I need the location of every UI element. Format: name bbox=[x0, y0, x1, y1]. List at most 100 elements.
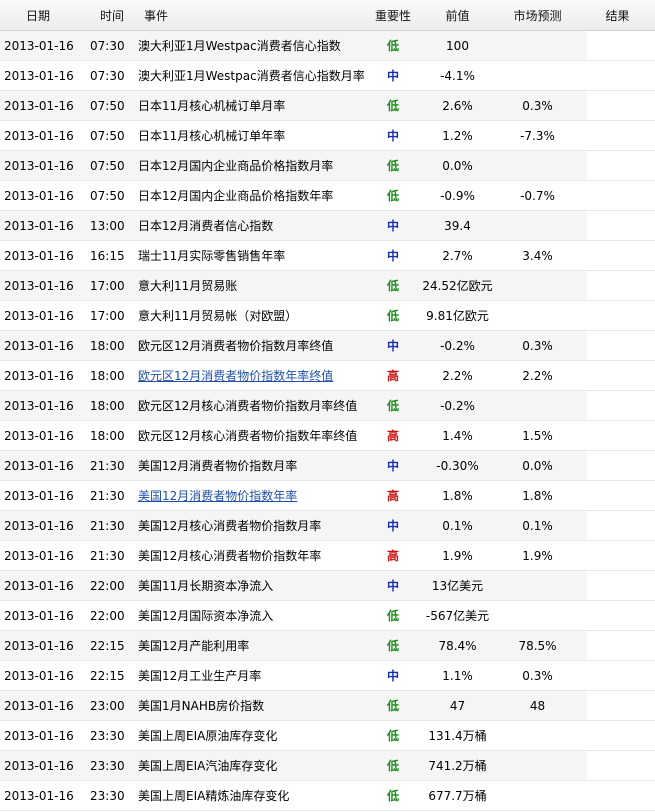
importance-badge: 低 bbox=[386, 699, 399, 713]
row-forecast: 1.9% bbox=[522, 548, 553, 563]
row-time: 21:30 bbox=[90, 518, 125, 533]
header-forecast: 市场预测 bbox=[513, 8, 562, 23]
row-forecast: 2.2% bbox=[522, 368, 553, 383]
row-previous: 1.8% bbox=[442, 488, 473, 503]
row-time: 07:50 bbox=[90, 98, 125, 113]
row-result bbox=[580, 241, 655, 270]
row-result bbox=[580, 631, 655, 660]
row-previous: -0.2% bbox=[440, 338, 475, 353]
row-result bbox=[580, 511, 655, 540]
table-row: 2013-01-16 07:50 日本11月核心机械订单月率 低 2.6% 0.3% bbox=[0, 91, 655, 121]
importance-badge: 低 bbox=[386, 159, 399, 173]
row-forecast: 0.3% bbox=[522, 98, 553, 113]
row-event: 美国上周EIA汽油库存变化 bbox=[138, 759, 278, 773]
row-date: 2013-01-16 bbox=[4, 158, 74, 173]
row-forecast: 3.4% bbox=[522, 248, 553, 263]
row-previous: 13亿美元 bbox=[431, 579, 484, 593]
table-row: 2013-01-16 13:00 日本12月消费者信心指数 中 39.4 bbox=[0, 211, 655, 241]
row-time: 17:00 bbox=[90, 308, 125, 323]
row-time: 21:30 bbox=[90, 548, 125, 563]
row-event-link[interactable]: 欧元区12月消费者物价指数年率终值 bbox=[136, 361, 366, 390]
table-row: 2013-01-16 21:30 美国12月核心消费者物价指数年率 高 1.9% 1.9% bbox=[0, 541, 655, 571]
row-previous: -4.1% bbox=[440, 68, 475, 83]
importance-badge: 中 bbox=[386, 519, 399, 533]
row-previous: 78.4% bbox=[438, 638, 477, 653]
row-date: 2013-01-16 bbox=[4, 428, 74, 443]
row-time: 21:30 bbox=[90, 458, 125, 473]
row-previous: 39.4 bbox=[444, 218, 471, 233]
row-date: 2013-01-16 bbox=[4, 218, 74, 233]
table-row: 2013-01-16 18:00 欧元区12月核心消费者物价指数月率终值 低 -0.2% bbox=[0, 391, 655, 421]
row-time: 18:00 bbox=[90, 368, 125, 383]
row-event: 欧元区12月核心消费者物价指数年率终值 bbox=[138, 429, 358, 443]
row-previous: -0.9% bbox=[440, 188, 475, 203]
row-time: 22:15 bbox=[90, 638, 125, 653]
row-previous: 0.0% bbox=[442, 158, 473, 173]
row-previous: 2.2% bbox=[442, 368, 473, 383]
row-event: 日本12月国内企业商品价格指数月率 bbox=[138, 159, 334, 173]
row-result bbox=[580, 751, 655, 780]
row-time: 16:15 bbox=[90, 248, 125, 263]
row-date: 2013-01-16 bbox=[4, 578, 74, 593]
row-date: 2013-01-16 bbox=[4, 728, 74, 743]
row-forecast: 0.0% bbox=[522, 458, 553, 473]
row-result bbox=[580, 151, 655, 180]
table-row: 2013-01-16 18:00 欧元区12月消费者物价指数年率终值 高 2.2% 2.2… bbox=[0, 361, 655, 391]
row-event: 美国12月产能利用率 bbox=[138, 639, 250, 653]
importance-badge: 高 bbox=[386, 369, 399, 383]
row-time: 07:30 bbox=[90, 68, 125, 83]
row-time: 21:30 bbox=[90, 488, 125, 503]
row-forecast: 0.1% bbox=[522, 518, 553, 533]
row-date: 2013-01-16 bbox=[4, 698, 74, 713]
row-date: 2013-01-16 bbox=[4, 248, 74, 263]
row-forecast: 78.5% bbox=[518, 638, 557, 653]
row-forecast bbox=[495, 571, 580, 600]
row-event: 美国11月长期资本净流入 bbox=[138, 579, 274, 593]
importance-badge: 中 bbox=[386, 219, 399, 233]
row-event: 欧元区12月消费者物价指数月率终值 bbox=[138, 339, 334, 353]
row-forecast: -0.7% bbox=[520, 188, 555, 203]
table-body: 2013-01-16 07:30 澳大利亚1月Westpac消费者信心指数低 100 2… bbox=[0, 31, 655, 811]
row-forecast bbox=[495, 211, 580, 240]
row-event: 意大利11月贸易账 bbox=[138, 279, 238, 293]
importance-badge: 高 bbox=[386, 489, 399, 503]
row-result bbox=[580, 91, 655, 120]
row-previous: -0.30% bbox=[436, 458, 479, 473]
row-event-link[interactable]: 美国12月消费者物价指数年率 bbox=[136, 481, 366, 510]
row-previous: 741.2万桶 bbox=[428, 759, 487, 773]
row-time: 23:30 bbox=[90, 788, 125, 803]
table-row: 2013-01-16 18:00 欧元区12月核心消费者物价指数年率终值 高 1.4% 1… bbox=[0, 421, 655, 451]
row-result bbox=[580, 331, 655, 360]
row-result bbox=[580, 61, 655, 90]
row-date: 2013-01-16 bbox=[4, 398, 74, 413]
importance-badge: 高 bbox=[386, 549, 399, 563]
row-result bbox=[580, 721, 655, 750]
economic-calendar-table: 日期 时间 事件 重要性 前值 市场预测 结果 2013-01-16 07:30 澳… bbox=[0, 0, 655, 811]
row-forecast bbox=[495, 781, 580, 810]
row-time: 18:00 bbox=[90, 338, 125, 353]
row-result bbox=[580, 271, 655, 300]
importance-badge: 低 bbox=[386, 609, 399, 623]
table-row: 2013-01-16 17:00 意大利11月贸易账 低 24.52亿欧元 bbox=[0, 271, 655, 301]
row-previous: 47 bbox=[449, 698, 466, 713]
importance-badge: 低 bbox=[386, 759, 399, 773]
row-date: 2013-01-16 bbox=[4, 458, 74, 473]
row-forecast: 0.3% bbox=[522, 338, 553, 353]
row-previous: 1.4% bbox=[442, 428, 473, 443]
row-previous: -567亿美元 bbox=[425, 609, 490, 623]
table-row: 2013-01-16 23:30 美国上周EIA原油库存变化 低 131.4万桶 bbox=[0, 721, 655, 751]
row-event: 美国12月国际资本净流入 bbox=[138, 609, 274, 623]
row-date: 2013-01-16 bbox=[4, 608, 74, 623]
row-previous: 1.2% bbox=[442, 128, 473, 143]
table-row: 2013-01-16 22:15 美国12月产能利用率 低 78.4% 78.5% bbox=[0, 631, 655, 661]
row-result bbox=[580, 661, 655, 690]
table-row: 2013-01-16 07:30 澳大利亚1月Westpac消费者信心指数月率 中 -4… bbox=[0, 61, 655, 91]
row-result bbox=[580, 601, 655, 630]
importance-badge: 高 bbox=[386, 429, 399, 443]
row-previous: 2.6% bbox=[442, 98, 473, 113]
row-date: 2013-01-16 bbox=[4, 38, 74, 53]
row-event: 美国12月消费者物价指数月率 bbox=[138, 459, 298, 473]
table-header: 日期 时间 事件 重要性 前值 市场预测 结果 bbox=[0, 0, 655, 31]
row-event: 美国上周EIA原油库存变化 bbox=[138, 729, 278, 743]
row-forecast bbox=[495, 721, 580, 750]
